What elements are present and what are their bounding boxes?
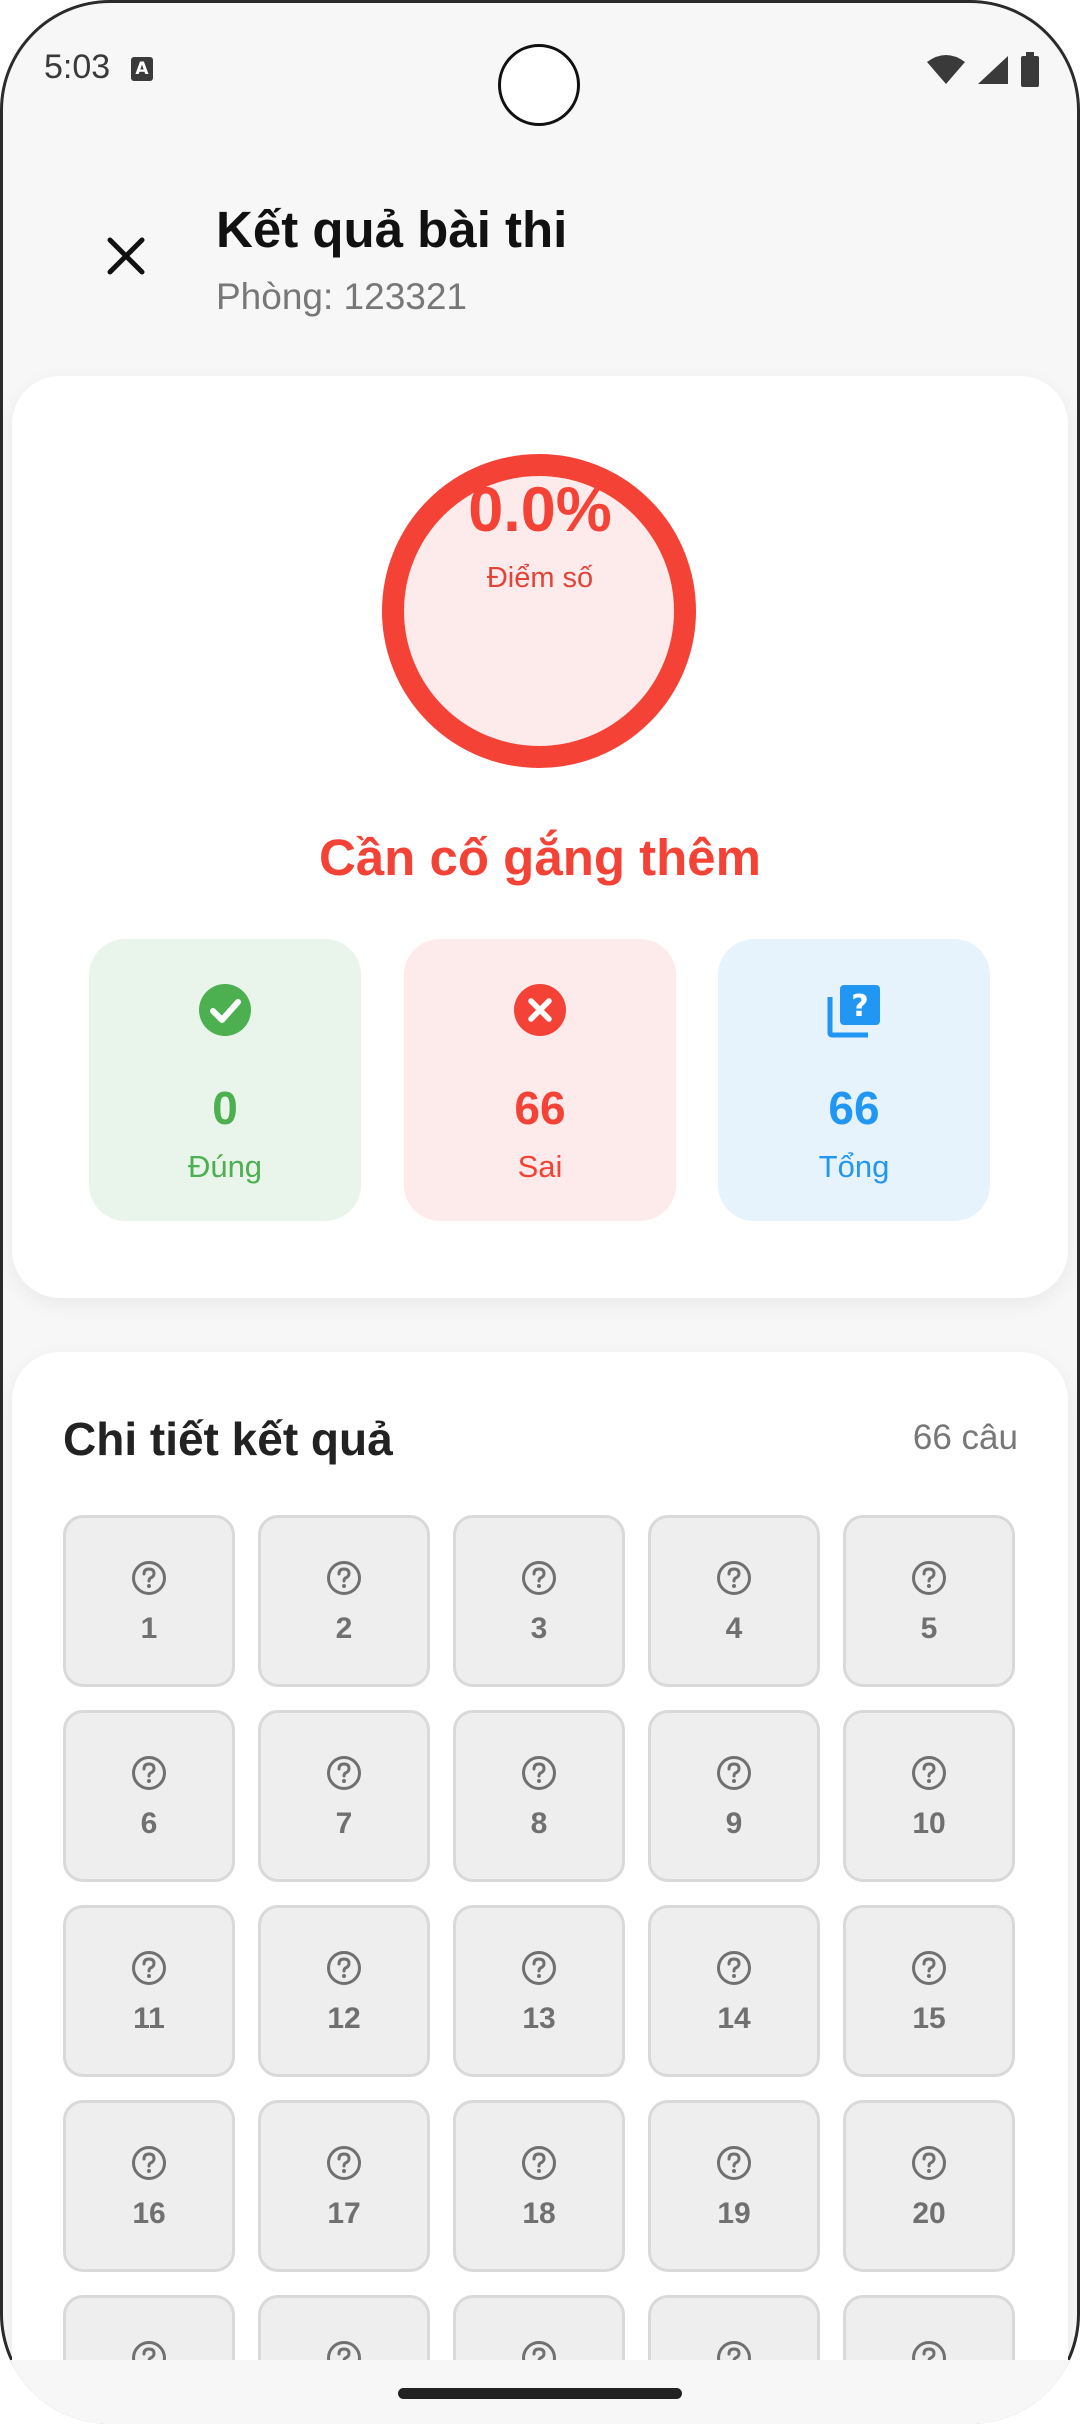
question-cell[interactable]: 5: [843, 1515, 1015, 1687]
help-circle-icon: [717, 1756, 751, 1790]
question-number: 5: [920, 1612, 938, 1645]
question-cell[interactable]: 7: [258, 1710, 430, 1882]
help-circle-icon: [132, 1561, 166, 1595]
wifi-icon: [927, 55, 965, 84]
question-cell[interactable]: 2: [258, 1515, 430, 1687]
help-circle-icon: [522, 2146, 556, 2180]
help-circle-icon: [717, 1951, 751, 1985]
status-time: 5:03: [44, 48, 111, 86]
home-gesture-handle[interactable]: [398, 2388, 682, 2399]
question-number: 15: [912, 2002, 946, 2035]
question-number: 4: [725, 1612, 743, 1645]
question-cell[interactable]: 8: [453, 1710, 625, 1882]
result-message: Cần cố gắng thêm: [318, 829, 762, 886]
score-label: Điểm số: [486, 562, 594, 594]
correct-label: Đúng: [187, 1149, 263, 1184]
total-stat: ? 66 Tổng: [718, 939, 990, 1221]
question-number: 16: [132, 2197, 166, 2230]
check-circle-icon: [199, 984, 251, 1036]
x-circle-icon: [514, 984, 566, 1036]
question-cell[interactable]: 19: [648, 2100, 820, 2272]
details-title: Chi tiết kết quả: [63, 1413, 393, 1465]
wrong-stat: 66 Sai: [404, 939, 676, 1221]
question-number: 17: [327, 2197, 361, 2230]
question-cell[interactable]: 11: [63, 1905, 235, 2077]
help-circle-icon: [132, 1951, 166, 1985]
score-value: 0.0%: [468, 475, 612, 545]
help-circle-icon: [717, 1561, 751, 1595]
status-icons: [926, 52, 1040, 88]
question-number: 8: [530, 1807, 548, 1840]
question-cell[interactable]: 17: [258, 2100, 430, 2272]
signal-icon: [978, 56, 1008, 84]
question-cell[interactable]: 6: [63, 1710, 235, 1882]
question-cell[interactable]: 15: [843, 1905, 1015, 2077]
help-circle-icon: [132, 1756, 166, 1790]
question-number: 3: [530, 1612, 548, 1645]
question-cell[interactable]: 12: [258, 1905, 430, 2077]
question-number: 2: [335, 1612, 353, 1645]
page-title: Kết quả bài thi: [216, 201, 568, 258]
phone-screen: 5:03 A Kết quả bài thi Phòng: 123321 0.0…: [0, 0, 1080, 2424]
total-label: Tổng: [818, 1149, 890, 1184]
question-count: 66 câu: [912, 1418, 1018, 1457]
help-circle-icon: [327, 1561, 361, 1595]
question-number: 20: [912, 2197, 946, 2230]
help-circle-icon: [327, 1756, 361, 1790]
question-cell[interactable]: 16: [63, 2100, 235, 2272]
question-number: 6: [140, 1807, 158, 1840]
question-number: 14: [717, 2002, 751, 2035]
room-label: Phòng: 123321: [216, 276, 468, 317]
help-circle-icon: [912, 2146, 946, 2180]
help-circle-icon: [912, 1951, 946, 1985]
question-cell[interactable]: 3: [453, 1515, 625, 1687]
correct-count: 0: [212, 1082, 238, 1134]
question-number: 13: [522, 2002, 556, 2035]
help-circle-icon: [132, 2146, 166, 2180]
question-library-icon: ?: [827, 985, 880, 1038]
question-number: 19: [717, 2197, 751, 2230]
question-number: 9: [725, 1807, 743, 1840]
help-circle-icon: [522, 1561, 556, 1595]
help-circle-icon: [327, 1951, 361, 1985]
question-cell[interactable]: 18: [453, 2100, 625, 2272]
total-count: 66: [828, 1082, 880, 1134]
question-cell[interactable]: 9: [648, 1710, 820, 1882]
help-circle-icon: [717, 2146, 751, 2180]
question-cell[interactable]: 10: [843, 1710, 1015, 1882]
correct-stat: 0 Đúng: [89, 939, 361, 1221]
question-number: 1: [140, 1612, 158, 1645]
wrong-label: Sai: [517, 1149, 563, 1184]
help-circle-icon: [912, 1756, 946, 1790]
question-number: 7: [335, 1807, 353, 1840]
question-number: 18: [522, 2197, 556, 2230]
wrong-count: 66: [514, 1082, 566, 1134]
question-cell[interactable]: 4: [648, 1515, 820, 1687]
svg-text:?: ?: [851, 989, 868, 1024]
question-number: 10: [912, 1807, 946, 1840]
battery-icon: [1021, 52, 1039, 87]
details-card: Chi tiết kết quả 66 câu 1 2 3 4 5 6 7 8 9 10 11 12 1…: [12, 1352, 1068, 2424]
question-number: 12: [327, 2002, 361, 2035]
help-circle-icon: [522, 1756, 556, 1790]
question-cell[interactable]: 13: [453, 1905, 625, 2077]
question-cell[interactable]: 20: [843, 2100, 1015, 2272]
question-cell[interactable]: 1: [63, 1515, 235, 1687]
question-grid: 1234567891011121314151617181920212223242…: [63, 1515, 1019, 2424]
camera-cutout: [498, 44, 580, 126]
close-icon: [107, 237, 145, 275]
question-cell[interactable]: 14: [648, 1905, 820, 2077]
help-circle-icon: [327, 2146, 361, 2180]
score-card: 0.0% Điểm số Cần cố gắng thêm 0 Đúng 66 …: [12, 376, 1068, 1298]
question-number: 11: [133, 2002, 165, 2035]
help-circle-icon: [522, 1951, 556, 1985]
close-button[interactable]: [92, 222, 160, 290]
keyboard-a-icon: A: [131, 57, 153, 81]
help-circle-icon: [912, 1561, 946, 1595]
